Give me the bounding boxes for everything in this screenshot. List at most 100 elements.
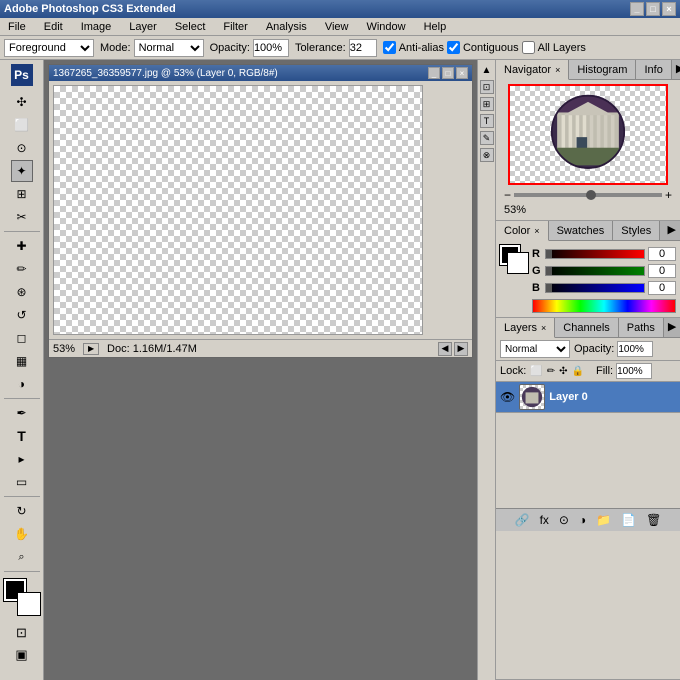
dodge-tool[interactable]: ◑ <box>11 373 33 395</box>
menu-help[interactable]: Help <box>420 20 451 34</box>
red-slider-thumb[interactable] <box>546 250 552 258</box>
doc-title-controls[interactable]: _ □ × <box>428 67 468 79</box>
3d-tool[interactable]: ↻ <box>11 500 33 522</box>
fill-value[interactable] <box>616 363 652 379</box>
menu-window[interactable]: Window <box>362 20 409 34</box>
menu-file[interactable]: File <box>4 20 30 34</box>
contiguous-checkbox[interactable] <box>447 41 460 54</box>
menu-image[interactable]: Image <box>77 20 116 34</box>
scroll-left[interactable]: ◀ <box>438 342 452 356</box>
slice-tool[interactable]: ✂ <box>11 206 33 228</box>
tab-layers[interactable]: Layers × <box>496 318 555 338</box>
pen-tool[interactable]: ✒ <box>11 402 33 424</box>
close-button[interactable]: × <box>662 2 676 16</box>
menu-layer[interactable]: Layer <box>125 20 161 34</box>
menu-view[interactable]: View <box>321 20 353 34</box>
all-layers-checkbox[interactable] <box>522 41 535 54</box>
menu-edit[interactable]: Edit <box>40 20 67 34</box>
brush-tool[interactable]: ✏ <box>11 258 33 280</box>
panel-arrow-up[interactable]: ▲ <box>481 64 493 77</box>
navigator-tab-close[interactable]: × <box>555 65 560 75</box>
lock-image-icon[interactable]: ✏ <box>547 366 555 377</box>
mini-tool-1[interactable]: ⊡ <box>480 80 494 94</box>
quick-mask-tool[interactable]: ⊡ <box>11 622 33 644</box>
lasso-tool[interactable]: ⊙ <box>11 137 33 159</box>
history-brush-tool[interactable]: ↺ <box>11 304 33 326</box>
menu-select[interactable]: Select <box>171 20 210 34</box>
background-color-box[interactable] <box>508 253 528 273</box>
mode-dropdown[interactable]: Normal <box>134 39 204 57</box>
tab-color[interactable]: Color × <box>496 221 549 241</box>
add-style-icon[interactable]: fx <box>537 512 552 528</box>
eraser-tool[interactable]: ◻ <box>11 327 33 349</box>
tolerance-input[interactable] <box>349 39 377 57</box>
new-layer-icon[interactable]: 📄 <box>618 512 639 528</box>
path-select-tool[interactable]: ▸ <box>11 448 33 470</box>
zoom-slider[interactable] <box>514 193 662 197</box>
mini-tool-3[interactable]: T <box>480 114 494 128</box>
tab-navigator[interactable]: Navigator × <box>496 60 569 80</box>
menu-analysis[interactable]: Analysis <box>262 20 311 34</box>
tab-paths[interactable]: Paths <box>619 318 664 337</box>
zoom-tool[interactable]: ⌕ <box>11 546 33 568</box>
mini-tool-4[interactable]: ✎ <box>480 131 494 145</box>
green-slider-thumb[interactable] <box>546 267 552 275</box>
canvas-container[interactable]: + <box>53 85 423 335</box>
crop-tool[interactable]: ⊞ <box>11 183 33 205</box>
quick-select-tool[interactable]: ✦ <box>11 160 33 182</box>
red-value[interactable] <box>648 247 676 261</box>
mini-tool-5[interactable]: ⊗ <box>480 148 494 162</box>
move-tool[interactable]: ✣ <box>11 91 33 113</box>
stamp-tool[interactable]: ⊛ <box>11 281 33 303</box>
blue-slider-track[interactable] <box>545 283 645 293</box>
blue-value[interactable] <box>648 281 676 295</box>
lock-transparent-icon[interactable]: ⬜ <box>530 366 542 377</box>
tab-styles[interactable]: Styles <box>613 221 660 240</box>
gradient-tool[interactable]: ▦ <box>11 350 33 372</box>
color-tab-close[interactable]: × <box>534 226 539 236</box>
blue-slider-thumb[interactable] <box>546 284 552 292</box>
panel-options-button[interactable]: ▶ <box>672 60 680 79</box>
add-mask-icon[interactable]: ⊙ <box>556 512 572 528</box>
text-tool[interactable]: T <box>11 425 33 447</box>
hand-tool[interactable]: ✋ <box>11 523 33 545</box>
mini-tool-2[interactable]: ⊞ <box>480 97 494 111</box>
zoom-in-button[interactable]: + <box>665 188 672 202</box>
red-slider-track[interactable] <box>545 249 645 259</box>
maximize-button[interactable]: □ <box>646 2 660 16</box>
zoom-options-button[interactable]: ▶ <box>83 343 99 355</box>
tool-preset-dropdown[interactable]: Foreground <box>4 39 94 57</box>
doc-maximize[interactable]: □ <box>442 67 454 79</box>
color-spectrum-bar[interactable] <box>532 299 676 313</box>
green-value[interactable] <box>648 264 676 278</box>
shape-tool[interactable]: ▭ <box>11 471 33 493</box>
minimize-button[interactable]: _ <box>630 2 644 16</box>
screen-mode-tool[interactable]: ▣ <box>11 644 33 666</box>
tab-histogram[interactable]: Histogram <box>569 60 636 79</box>
layer-visibility-icon[interactable]: 👁 <box>500 390 515 404</box>
opacity-input[interactable] <box>253 39 289 57</box>
color-panel-options[interactable]: ▶ <box>664 221 680 240</box>
doc-close[interactable]: × <box>456 67 468 79</box>
lock-position-icon[interactable]: ✣ <box>559 366 567 377</box>
title-bar-controls[interactable]: _ □ × <box>630 2 676 16</box>
layers-panel-options[interactable]: ▶ <box>664 318 680 337</box>
green-slider-track[interactable] <box>545 266 645 276</box>
anti-alias-checkbox[interactable] <box>383 41 396 54</box>
layers-tab-close[interactable]: × <box>541 323 546 333</box>
new-group-icon[interactable]: 📁 <box>593 512 614 528</box>
background-color[interactable] <box>18 593 40 615</box>
zoom-out-button[interactable]: − <box>504 188 511 202</box>
delete-layer-icon[interactable]: 🗑 <box>643 512 664 528</box>
tab-info[interactable]: Info <box>636 60 671 79</box>
marquee-tool[interactable]: ⬜ <box>11 114 33 136</box>
layer-item-0[interactable]: 👁 Layer 0 <box>496 382 680 413</box>
scroll-right[interactable]: ▶ <box>454 342 468 356</box>
blend-mode-dropdown[interactable]: Normal <box>500 340 570 358</box>
menu-filter[interactable]: Filter <box>219 20 251 34</box>
heal-tool[interactable]: ✚ <box>11 235 33 257</box>
opacity-value[interactable] <box>617 341 653 357</box>
lock-all-icon[interactable]: 🔒 <box>572 366 584 377</box>
tab-swatches[interactable]: Swatches <box>549 221 614 240</box>
link-layers-icon[interactable]: 🔗 <box>512 512 533 528</box>
